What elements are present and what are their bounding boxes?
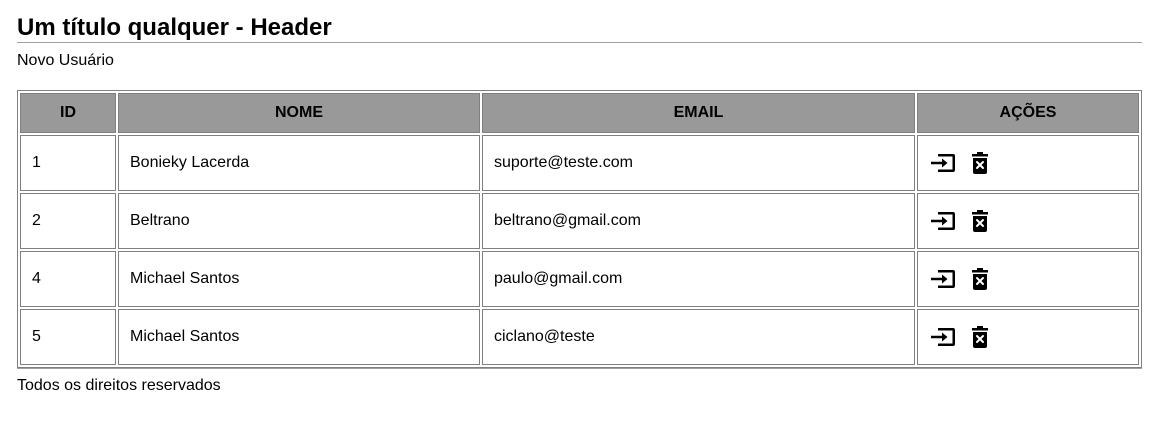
cell-actions: [917, 251, 1139, 307]
cell-email: suporte@teste.com: [482, 135, 915, 191]
table-row: 5 Michael Santos ciclano@teste: [20, 309, 1139, 365]
table-row: 4 Michael Santos paulo@gmail.com: [20, 251, 1139, 307]
column-header-id: ID: [20, 93, 116, 133]
new-user-link[interactable]: Novo Usuário: [17, 52, 114, 70]
cell-id: 5: [20, 309, 116, 365]
edit-icon[interactable]: [929, 325, 957, 349]
cell-name: Beltrano: [118, 193, 480, 249]
cell-actions: [917, 309, 1139, 365]
edit-icon[interactable]: [929, 267, 957, 291]
column-header-actions: AÇÕES: [917, 93, 1139, 133]
cell-email: paulo@gmail.com: [482, 251, 915, 307]
users-table: ID NOME EMAIL AÇÕES 1 Bonieky Lacerda su…: [17, 90, 1142, 368]
users-table-wrapper: ID NOME EMAIL AÇÕES 1 Bonieky Lacerda su…: [17, 90, 1142, 368]
edit-icon[interactable]: [929, 151, 957, 175]
header-divider: [17, 42, 1142, 43]
column-header-email: EMAIL: [482, 93, 915, 133]
cell-name: Michael Santos: [118, 309, 480, 365]
delete-icon[interactable]: [970, 267, 990, 291]
cell-name: Bonieky Lacerda: [118, 135, 480, 191]
cell-name: Michael Santos: [118, 251, 480, 307]
page: Um título qualquer - Header Novo Usuário…: [0, 0, 1162, 395]
footer-text: Todos os direitos reservados: [17, 377, 221, 394]
cell-id: 4: [20, 251, 116, 307]
table-row: 1 Bonieky Lacerda suporte@teste.com: [20, 135, 1139, 191]
column-header-name: NOME: [118, 93, 480, 133]
delete-icon[interactable]: [970, 209, 990, 233]
cell-email: ciclano@teste: [482, 309, 915, 365]
page-title: Um título qualquer - Header: [17, 14, 332, 41]
cell-id: 1: [20, 135, 116, 191]
table-header-row: ID NOME EMAIL AÇÕES: [20, 93, 1139, 133]
cell-email: beltrano@gmail.com: [482, 193, 915, 249]
edit-icon[interactable]: [929, 209, 957, 233]
delete-icon[interactable]: [970, 325, 990, 349]
cell-actions: [917, 193, 1139, 249]
cell-id: 2: [20, 193, 116, 249]
footer-divider: [17, 368, 1142, 369]
delete-icon[interactable]: [970, 151, 990, 175]
cell-actions: [917, 135, 1139, 191]
table-row: 2 Beltrano beltrano@gmail.com: [20, 193, 1139, 249]
